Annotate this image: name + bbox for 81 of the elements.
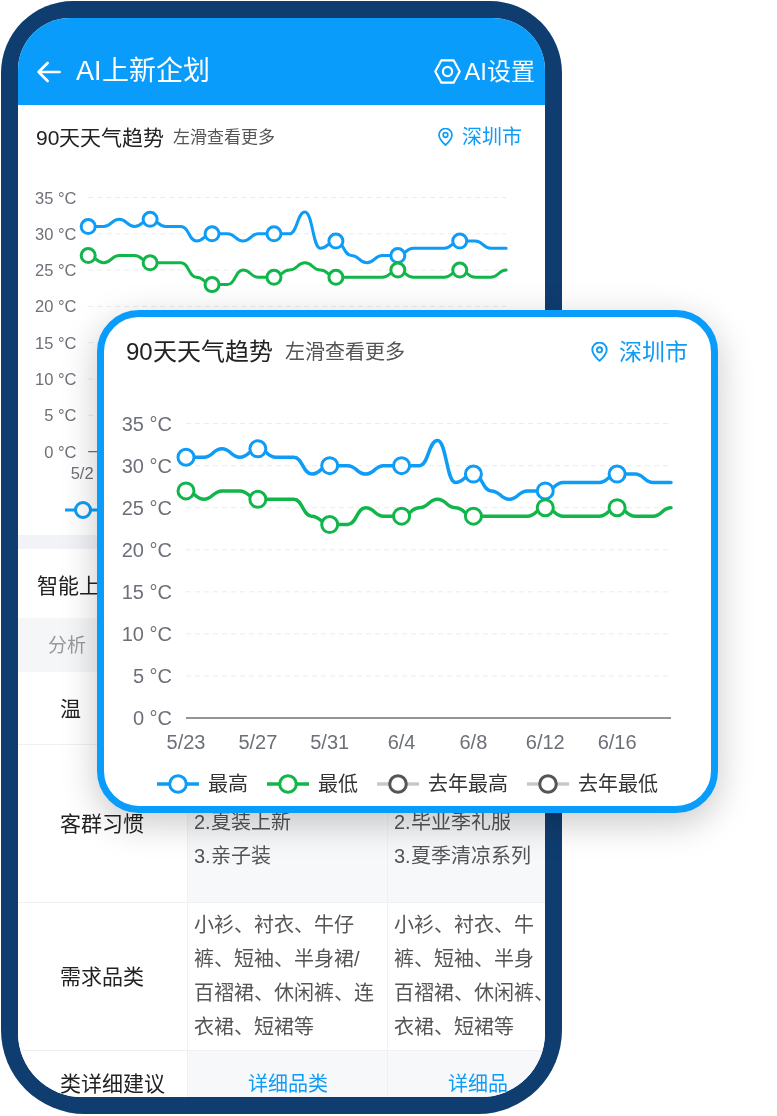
y-axis-label: 35 °C	[35, 188, 77, 207]
data-point-marker	[607, 498, 627, 518]
y-axis-label: 30 °C	[121, 454, 172, 477]
data-point-marker	[320, 515, 340, 535]
y-axis-label: 5 °C	[44, 406, 77, 425]
legend-item[interactable]: 去年最高	[377, 774, 508, 794]
row-label: 需求品类	[60, 966, 144, 987]
card-hint: 左滑查看更多	[173, 128, 276, 146]
legend-item[interactable]: 最低	[267, 774, 358, 794]
data-point-marker	[265, 268, 283, 286]
data-point-marker	[327, 232, 345, 250]
data-point-marker	[79, 247, 97, 265]
data-point-marker	[607, 464, 627, 484]
data-point-marker	[248, 439, 268, 459]
page-title: AI上新企划	[76, 58, 210, 85]
y-axis-label: 5 °C	[132, 664, 172, 687]
data-point-marker	[141, 254, 159, 272]
card-title: 90天天气趋势	[36, 126, 165, 148]
data-point-marker	[327, 268, 345, 286]
y-axis-label: 10 °C	[121, 622, 172, 645]
location-pin-icon	[591, 342, 608, 362]
y-axis-label: 35 °C	[121, 412, 172, 435]
data-point-marker	[203, 225, 221, 243]
y-axis-label: 15 °C	[35, 333, 77, 352]
card-hint: 左滑查看更多	[284, 342, 405, 362]
legend-item[interactable]: 最高	[157, 774, 248, 794]
data-point-marker	[248, 489, 268, 509]
y-axis-label: 30 °C	[35, 224, 77, 243]
x-axis-label: 5/27	[238, 731, 278, 753]
y-axis-label: 0 °C	[132, 707, 172, 729]
data-point-marker	[320, 456, 340, 476]
card-title: 90天天气趋势	[126, 340, 273, 364]
cell-text: 小衫、衬衣、牛 裤、短袖、半身 百褶裙、休闲裤、 衣裙、短裙等	[394, 913, 545, 1040]
data-point-marker	[79, 218, 97, 236]
data-point-marker	[176, 481, 196, 501]
y-axis-label: 10 °C	[35, 370, 77, 388]
settings-icon	[434, 59, 462, 84]
data-point-marker	[389, 261, 407, 279]
city-selector[interactable]: 深圳市	[591, 340, 688, 364]
row-label: 温	[60, 697, 81, 719]
y-axis-label: 20 °C	[35, 297, 77, 316]
legend-item[interactable]: 去年最低	[527, 774, 658, 794]
data-point-marker	[392, 456, 412, 476]
data-point-marker	[535, 498, 555, 518]
detail-link[interactable]: 详细品类	[248, 1073, 328, 1094]
x-axis-label: 6/8	[459, 731, 488, 753]
location-pin-icon	[438, 128, 453, 146]
x-axis-label: 6/12	[525, 731, 565, 753]
ai-settings-button[interactable]: AI设置	[434, 59, 535, 84]
y-axis-label: 0 °C	[44, 442, 77, 461]
data-point-marker	[389, 247, 407, 265]
y-axis-label: 25 °C	[121, 496, 172, 519]
city-selector[interactable]: 深圳市	[438, 127, 522, 147]
data-point-marker	[176, 447, 196, 467]
x-axis-label: 6/4	[387, 731, 416, 753]
data-point-marker	[451, 232, 469, 250]
x-axis-label: 5/2	[70, 464, 94, 482]
x-axis-label: 5/23	[166, 731, 206, 753]
x-axis-label: 6/16	[597, 731, 637, 753]
data-point-marker	[463, 506, 483, 526]
data-point-marker	[451, 261, 469, 279]
x-axis-label: 5/31	[310, 731, 350, 753]
column-header: 分析	[48, 635, 86, 655]
detail-link[interactable]: 详细品	[448, 1073, 508, 1094]
row-label: 客群习惯	[60, 813, 144, 834]
cell-text: 小衫、衬衣、牛仔裤、短袖、半身裙/百褶裙、休闲裤、连衣裙、短裙等	[194, 913, 375, 1040]
data-point-marker	[463, 464, 483, 484]
y-axis-label: 25 °C	[35, 261, 77, 280]
y-axis-label: 15 °C	[121, 580, 172, 603]
cell-text: 3.亲子装	[194, 844, 271, 869]
data-point-marker	[265, 225, 283, 243]
section-title: 智能上	[37, 574, 100, 596]
data-point-marker	[141, 210, 159, 228]
row-label: 类详细建议	[60, 1073, 165, 1094]
y-axis-label: 20 °C	[121, 538, 172, 561]
cell-text: 3.夏季清凉系列	[394, 844, 531, 869]
back-button[interactable]	[37, 60, 61, 83]
data-point-marker	[392, 506, 412, 526]
data-point-marker	[535, 481, 555, 501]
data-point-marker	[203, 276, 221, 294]
back-arrow-icon	[37, 60, 61, 83]
